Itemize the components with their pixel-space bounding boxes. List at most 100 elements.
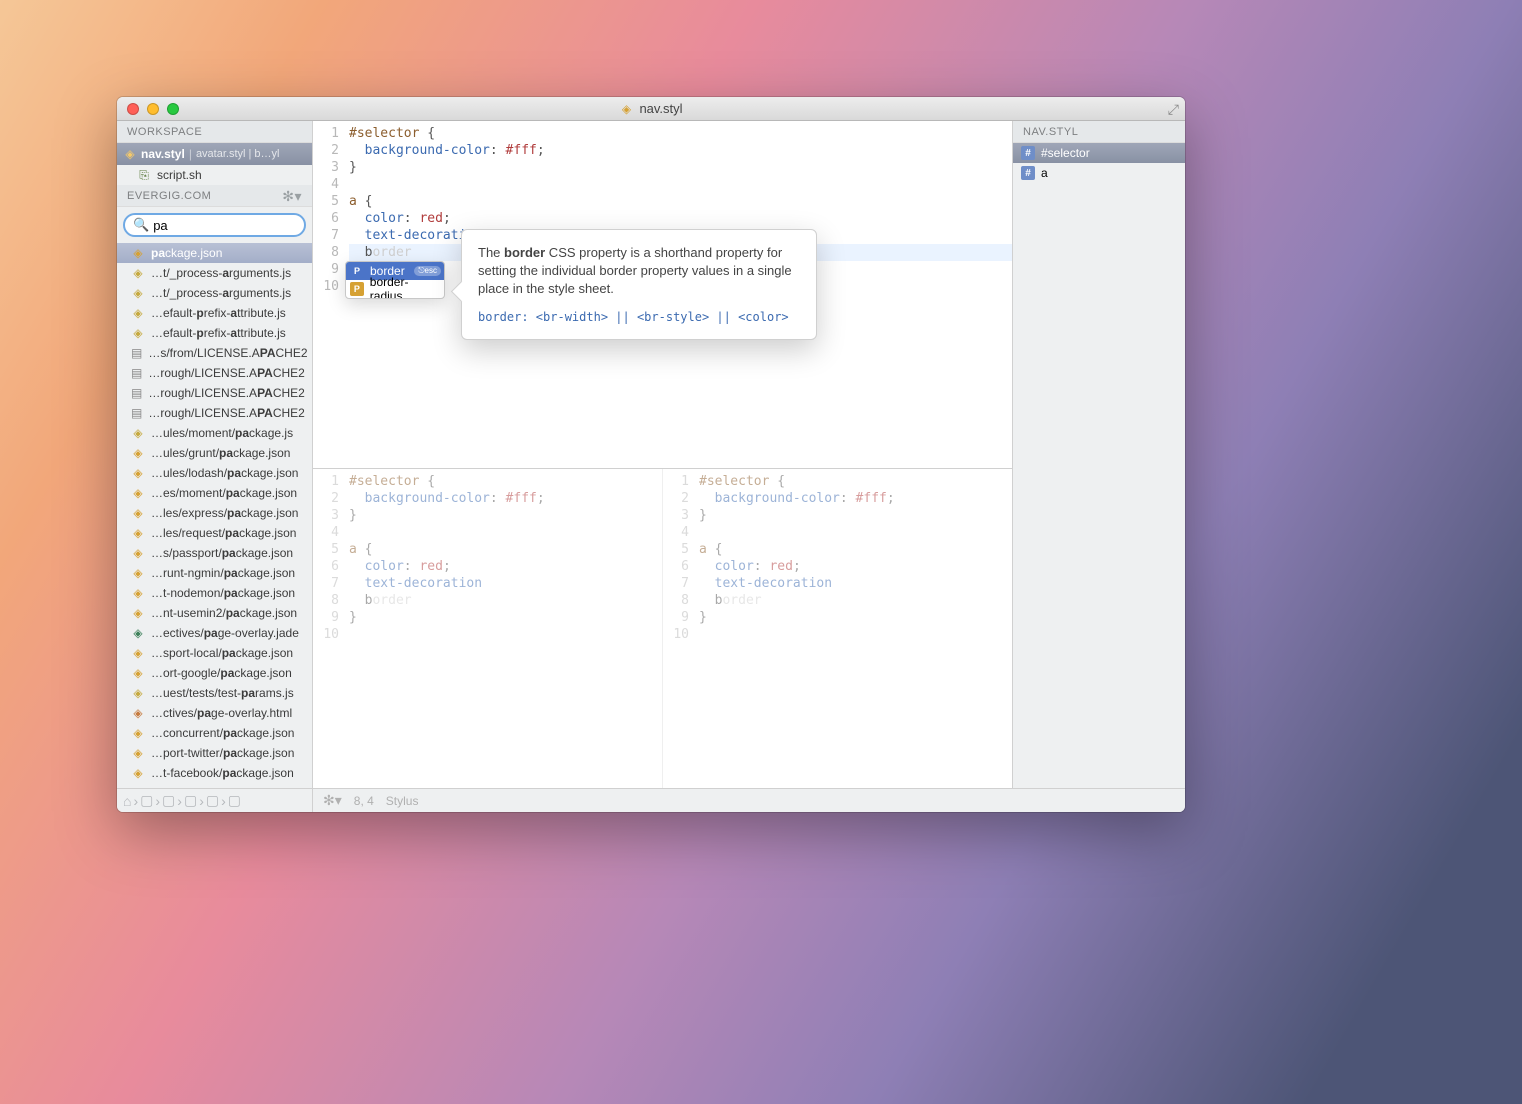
file-icon: ◈ — [131, 746, 145, 760]
file-item[interactable]: ▤…rough/LICENSE.APACHE2 — [117, 403, 312, 423]
search-field[interactable] — [153, 218, 329, 233]
file-item[interactable]: ◈…concurrent/package.json — [117, 723, 312, 743]
file-name: …es/moment/package.json — [151, 486, 297, 500]
file-name: …uest/tests/test-params.js — [151, 686, 294, 700]
active-file-name: nav.styl — [141, 147, 185, 161]
file-name: …les/express/package.json — [151, 506, 298, 520]
editor-window: ◈ nav.styl ⤢ WORKSPACE ◈ nav.styl | avat… — [117, 97, 1185, 812]
file-item[interactable]: ◈…ules/moment/package.js — [117, 423, 312, 443]
file-name: …s/from/LICENSE.APACHE2 — [148, 346, 307, 360]
file-name: …t-nodemon/package.json — [151, 586, 295, 600]
file-icon: ◈ — [131, 266, 145, 280]
file-icon: ◈ — [131, 546, 145, 560]
file-item[interactable]: ◈ …uest/tests/test-params.js — [117, 683, 312, 703]
file-item[interactable]: ◈…runt-ngmin/package.json — [117, 563, 312, 583]
file-item[interactable]: ◈…es/moment/package.json — [117, 483, 312, 503]
file-item[interactable]: ◈ …ctives/page-overlay.html — [117, 703, 312, 723]
file-name: …port-twitter/package.json — [151, 746, 294, 760]
file-icon: ◈ — [131, 686, 145, 700]
language-mode[interactable]: Stylus — [386, 794, 419, 808]
autocomplete-item[interactable]: Pborder-radius — [346, 280, 444, 298]
file-item[interactable]: ◈…nt-usemin2/package.json — [117, 603, 312, 623]
file-icon: ◈ — [131, 586, 145, 600]
file-item[interactable]: ◈ …t/_process-arguments.js — [117, 283, 312, 303]
titlebar[interactable]: ◈ nav.styl ⤢ — [117, 97, 1185, 121]
file-name: …les/request/package.json — [151, 526, 296, 540]
file-name: …ort-google/package.json — [151, 666, 292, 680]
search-results: ◈package.json◈…t/_process-arguments.js◈…… — [117, 243, 312, 788]
autocomplete-popup[interactable]: Pborder⎋escPborder-radius — [345, 261, 445, 299]
file-item[interactable]: ◈ …t-facebook/package.json — [117, 763, 312, 783]
search-input[interactable]: 🔍 — [123, 213, 306, 237]
home-icon[interactable]: ⌂ — [123, 793, 131, 809]
file-item[interactable]: ◈ …ort-google/package.json — [117, 663, 312, 683]
file-icon: ◈ — [131, 426, 145, 440]
file-item[interactable]: ◈…efault-prefix-attribute.js — [117, 303, 312, 323]
property-icon: P — [350, 264, 364, 278]
file-icon: ▤ — [131, 366, 142, 380]
editor-pane-split-left[interactable]: 12345678910#selector { background-color:… — [313, 469, 662, 788]
file-item[interactable]: ▤ …rough/LICENSE.APACHE2 — [117, 363, 312, 383]
file-icon: ◈ — [131, 666, 145, 680]
file-item[interactable]: ◈…sport-local/package.json — [117, 643, 312, 663]
file-name: …ctives/page-overlay.html — [151, 706, 292, 720]
file-name: …ules/grunt/package.json — [151, 446, 290, 460]
file-icon: ◈ — [131, 286, 145, 300]
outline-label: a — [1041, 166, 1048, 180]
file-icon: ◈ — [131, 626, 145, 640]
file-icon: ◈ — [131, 526, 145, 540]
file-name: …sport-local/package.json — [151, 646, 293, 660]
file-item[interactable]: ◈ …t-nodemon/package.json — [117, 583, 312, 603]
file-name: …efault-prefix-attribute.js — [151, 306, 286, 320]
workspace-header: WORKSPACE — [117, 121, 312, 143]
file-name: …rough/LICENSE.APACHE2 — [148, 386, 305, 400]
folder-icon[interactable]: ▢ — [162, 792, 175, 809]
file-icon: ◈ — [131, 246, 145, 260]
fullscreen-icon[interactable]: ⤢ — [1168, 101, 1179, 118]
property-icon: P — [350, 282, 364, 296]
file-icon: ◈ — [619, 102, 633, 116]
file-item[interactable]: ◈ …port-twitter/package.json — [117, 743, 312, 763]
breadcrumb[interactable]: ⌂› ▢› ▢› ▢› ▢› ▢ — [117, 789, 313, 812]
search-icon: 🔍 — [133, 217, 149, 233]
file-item[interactable]: ◈…ules/grunt/package.json — [117, 443, 312, 463]
cursor-position: 8, 4 — [354, 794, 374, 808]
file-icon: ▤ — [131, 386, 142, 400]
file-item[interactable]: ◈…ules/lodash/package.json — [117, 463, 312, 483]
folder-icon[interactable]: ▢ — [140, 792, 153, 809]
folder-icon[interactable]: ▢ — [206, 792, 219, 809]
file-name: …t-facebook/package.json — [151, 766, 294, 780]
file-item[interactable]: ⎘script.sh — [117, 165, 312, 185]
doc-tooltip: The border CSS property is a shorthand p… — [461, 229, 817, 340]
project-header: EVERGIG.COM ✻▾ — [117, 185, 312, 207]
gear-icon[interactable]: ✻▾ — [282, 185, 302, 207]
file-item[interactable]: ◈ …t/_process-arguments.js — [117, 263, 312, 283]
file-name: …rough/LICENSE.APACHE2 — [148, 366, 305, 380]
file-item[interactable]: ◈ …les/express/package.json — [117, 503, 312, 523]
file-item[interactable]: ◈…efault-prefix-attribute.js — [117, 323, 312, 343]
file-name: …t/_process-arguments.js — [151, 266, 291, 280]
selector-icon: # — [1021, 166, 1035, 180]
editor-pane-split-right[interactable]: 12345678910#selector { background-color:… — [662, 469, 1012, 788]
file-item[interactable]: ◈package.json — [117, 243, 312, 263]
open-files-tab[interactable]: ◈ nav.styl | avatar.styl | b…yl — [117, 143, 312, 165]
gear-icon[interactable]: ✻▾ — [323, 792, 342, 809]
file-name: …ectives/page-overlay.jade — [151, 626, 299, 640]
file-item[interactable]: ▤ …rough/LICENSE.APACHE2 — [117, 383, 312, 403]
outline-item[interactable]: #a — [1013, 163, 1185, 183]
file-icon: ◈ — [123, 147, 137, 161]
file-item[interactable]: ◈…s/passport/package.json — [117, 543, 312, 563]
sidebar: WORKSPACE ◈ nav.styl | avatar.styl | b…y… — [117, 121, 313, 788]
file-icon: ◈ — [131, 766, 145, 780]
file-name: …t/_process-arguments.js — [151, 286, 291, 300]
editor-pane-main[interactable]: 12345678910 #selector { background-color… — [313, 121, 1012, 469]
file-item[interactable]: ◈ …les/request/package.json — [117, 523, 312, 543]
gutter: 12345678910 — [313, 121, 347, 468]
file-item[interactable]: ▤…s/from/LICENSE.APACHE2 — [117, 343, 312, 363]
folder-icon[interactable]: ▢ — [228, 792, 241, 809]
file-icon: ◈ — [131, 506, 145, 520]
outline-item[interactable]: ##selector — [1013, 143, 1185, 163]
folder-icon[interactable]: ▢ — [184, 792, 197, 809]
file-icon: ◈ — [131, 706, 145, 720]
file-item[interactable]: ◈ …ectives/page-overlay.jade — [117, 623, 312, 643]
